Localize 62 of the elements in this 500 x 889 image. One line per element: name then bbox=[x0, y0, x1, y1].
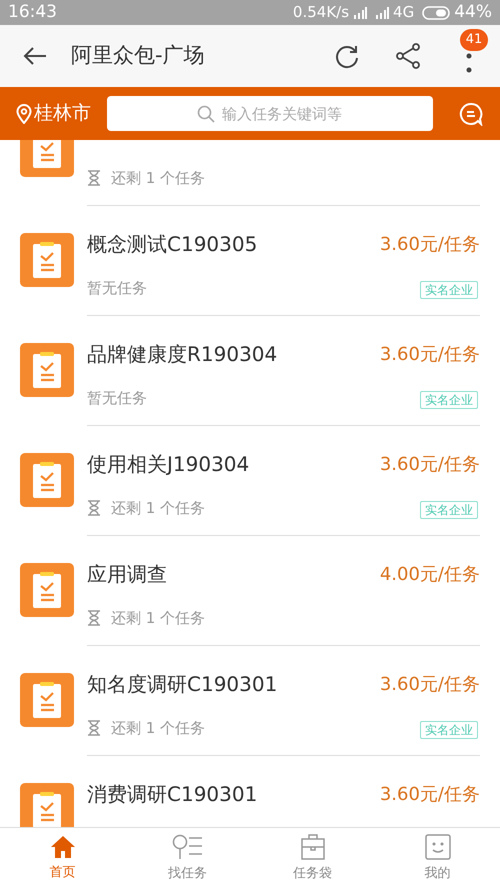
task-price: 4.00元/任务 bbox=[380, 563, 480, 587]
search-icon bbox=[197, 105, 215, 123]
hourglass-icon bbox=[87, 610, 101, 626]
refresh-icon[interactable] bbox=[334, 43, 360, 69]
search-field[interactable]: 输入任务关键词等 bbox=[107, 96, 433, 131]
verified-tag: 实名企业 bbox=[420, 391, 478, 409]
task-price: 3.60元/任务 bbox=[380, 233, 480, 257]
status-time: 16:43 bbox=[8, 0, 57, 24]
verified-tag: 实名企业 bbox=[420, 281, 478, 299]
task-title: 概念测试C190305 bbox=[87, 231, 258, 258]
nav-tab[interactable]: 首页 bbox=[0, 828, 125, 889]
task-item[interactable]: 概念测试C190305 3.60元/任务 暂无任务 实名企业 bbox=[0, 206, 500, 316]
task-status: 暂无任务 bbox=[87, 388, 147, 409]
task-title: 消费调研C190301 bbox=[87, 781, 258, 808]
task-title: 知名度调研C190301 bbox=[87, 671, 278, 698]
verified-tag: 实名企业 bbox=[420, 721, 478, 739]
nav-tab[interactable]: 找任务 bbox=[125, 828, 250, 889]
task-status: 还剩 1 个任务 bbox=[111, 718, 206, 739]
more-icon[interactable] bbox=[466, 53, 472, 73]
hourglass-icon bbox=[87, 720, 101, 736]
task-price: 3.60元/任务 bbox=[380, 343, 480, 367]
task-status: 暂无任务 bbox=[87, 278, 147, 299]
hourglass-icon bbox=[87, 170, 101, 186]
battery-level: 44% bbox=[454, 0, 492, 24]
home-icon bbox=[50, 834, 76, 859]
verified-tag: 实名企业 bbox=[420, 501, 478, 519]
task-item[interactable]: 使用相关J190304 3.60元/任务 还剩 1 个任务 实名企业 bbox=[0, 426, 500, 536]
task-price: 3.60元/任务 bbox=[380, 453, 480, 477]
task-status: 还剩 1 个任务 bbox=[111, 498, 206, 519]
location-pin-icon bbox=[16, 104, 32, 124]
search-list-icon bbox=[172, 834, 204, 860]
task-title: 应用调查 bbox=[87, 561, 167, 588]
clipboard-icon bbox=[20, 233, 74, 287]
nav-tab[interactable]: 任务袋 bbox=[250, 828, 375, 889]
task-item[interactable]: 应用调查 4.00元/任务 还剩 1 个任务 bbox=[0, 536, 500, 646]
clipboard-icon bbox=[20, 343, 74, 397]
chat-icon[interactable] bbox=[459, 102, 483, 126]
back-icon[interactable] bbox=[23, 46, 47, 66]
task-price: 3.60元/任务 bbox=[380, 673, 480, 697]
task-status: 还剩 1 个任务 bbox=[111, 168, 206, 189]
battery-icon bbox=[422, 6, 450, 20]
task-item[interactable]: 知名度调研C190301 3.60元/任务 还剩 1 个任务 实名企业 bbox=[0, 646, 500, 756]
share-icon[interactable] bbox=[396, 43, 420, 69]
task-price: 3.60元/任务 bbox=[380, 783, 480, 807]
clipboard-icon bbox=[20, 673, 74, 727]
task-status: 还剩 1 个任务 bbox=[111, 608, 206, 629]
signal-icon bbox=[353, 6, 368, 18]
clipboard-icon bbox=[20, 453, 74, 507]
hourglass-icon bbox=[87, 500, 101, 516]
signal-icon bbox=[375, 6, 390, 18]
city-selector[interactable]: 桂林市 bbox=[34, 99, 91, 128]
notification-badge: 41 bbox=[460, 29, 488, 51]
briefcase-icon bbox=[300, 834, 324, 860]
network-type: 4G bbox=[393, 2, 414, 24]
clipboard-icon bbox=[20, 563, 74, 617]
task-title: 品牌健康度R190304 bbox=[87, 341, 278, 368]
smiley-icon bbox=[424, 834, 450, 860]
task-item[interactable]: 品牌健康度R190304 3.60元/任务 暂无任务 实名企业 bbox=[0, 316, 500, 426]
task-title: 使用相关J190304 bbox=[87, 451, 250, 478]
network-speed: 0.54K/s bbox=[292, 2, 350, 24]
page-title: 阿里众包-广场 bbox=[71, 42, 205, 70]
nav-tab[interactable]: 我的 bbox=[375, 828, 500, 889]
